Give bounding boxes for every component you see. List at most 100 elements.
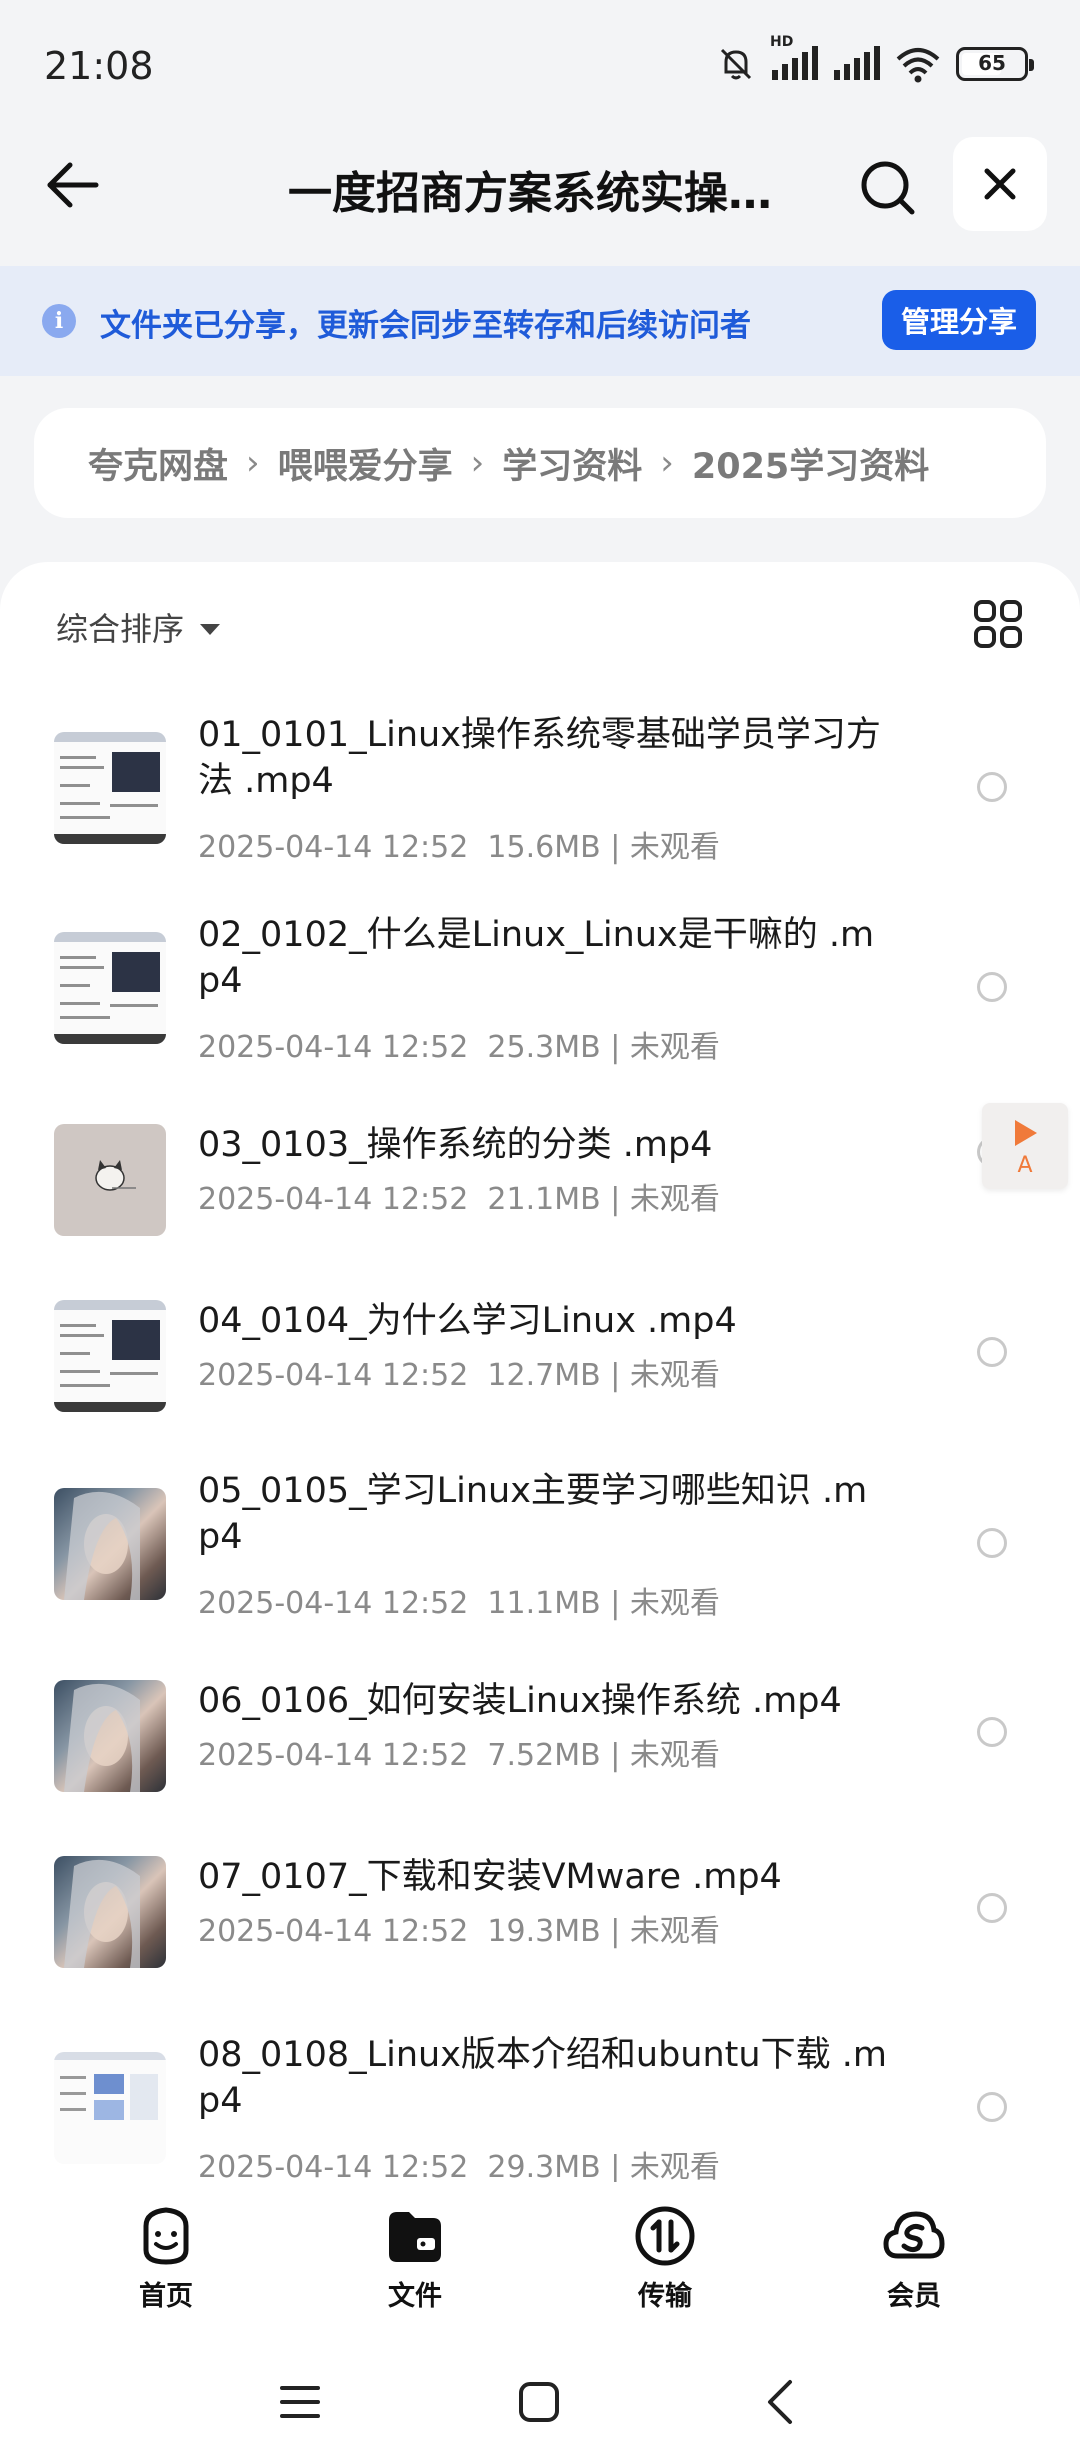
share-banner-text: 文件夹已分享，更新会同步至转存和后续访问者 bbox=[100, 308, 751, 344]
mute-bell-icon bbox=[720, 48, 752, 80]
select-radio[interactable] bbox=[977, 1717, 1007, 1747]
nav-label: 传输 bbox=[638, 2281, 692, 2312]
file-row[interactable]: 01_0101_Linux操作系统零基础学员学习方法 .mp4 2025-04-… bbox=[0, 712, 1080, 865]
select-radio[interactable] bbox=[977, 772, 1007, 802]
file-name: 08_0108_Linux版本介绍和ubuntu下载 .mp4 bbox=[198, 2035, 887, 2121]
file-date: 2025-04-14 12:52 bbox=[198, 830, 469, 865]
file-date: 2025-04-14 12:52 bbox=[198, 1030, 469, 1065]
sort-label: 综合排序 bbox=[56, 610, 185, 648]
select-radio[interactable] bbox=[977, 1528, 1007, 1558]
breadcrumb-item-materials[interactable]: 学习资料 bbox=[502, 438, 642, 489]
cat-thumbnail-icon bbox=[95, 1160, 136, 1191]
recent-apps-button[interactable] bbox=[270, 2372, 330, 2432]
breadcrumb-item-root[interactable]: 夸克网盘 bbox=[88, 438, 228, 489]
battery-icon: 65 bbox=[956, 47, 1034, 81]
grid-view-button[interactable] bbox=[972, 598, 1024, 650]
video-thumbnail bbox=[54, 1488, 166, 1600]
file-size: 25.3MB bbox=[487, 1030, 601, 1065]
back-button[interactable] bbox=[40, 153, 104, 217]
grid-view-icon bbox=[974, 600, 1022, 648]
file-name: 04_0104_为什么学习Linux .mp4 bbox=[198, 1301, 737, 1341]
watch-status: 未观看 bbox=[629, 1738, 720, 1773]
chevron-right-icon: › bbox=[470, 443, 485, 483]
status-time: 21:08 bbox=[44, 44, 154, 88]
file-date: 2025-04-14 12:52 bbox=[198, 2150, 469, 2182]
file-name: 02_0102_什么是Linux_Linux是干嘛的 .mp4 bbox=[198, 915, 875, 1001]
file-size: 15.6MB bbox=[487, 830, 601, 865]
file-meta: 2025-04-14 12:52 25.3MB | 未观看 bbox=[198, 1030, 720, 1065]
nav-label: 会员 bbox=[887, 2281, 941, 2312]
file-meta: 2025-04-14 12:52 7.52MB | 未观看 bbox=[198, 1738, 720, 1773]
file-list-panel: 综合排序 01_0101_Linux操作系统零基础学员学习方法 .mp4 202… bbox=[0, 562, 1080, 2182]
file-meta: 2025-04-14 12:52 15.6MB | 未观看 bbox=[198, 830, 720, 865]
wifi-icon bbox=[896, 48, 940, 83]
file-meta: 2025-04-14 12:52 21.1MB | 未观看 bbox=[198, 1182, 720, 1217]
header: 一度招商方案系统实操… bbox=[0, 135, 1080, 235]
file-row[interactable]: 04_0104_为什么学习Linux .mp4 2025-04-14 12:52… bbox=[0, 1298, 1080, 1418]
file-meta: 2025-04-14 12:52 12.7MB | 未观看 bbox=[198, 1358, 720, 1393]
file-size: 11.1MB bbox=[487, 1586, 601, 1621]
video-thumbnail bbox=[54, 932, 166, 1044]
file-row[interactable]: 03_0103_操作系统的分类 .mp4 2025-04-14 12:52 21… bbox=[0, 1122, 1080, 1242]
system-navigation-bar bbox=[0, 2342, 1080, 2460]
play-icon bbox=[1015, 1120, 1037, 1146]
page-title: 一度招商方案系统实操… bbox=[288, 168, 772, 219]
file-row[interactable]: 06_0106_如何安装Linux操作系统 .mp4 2025-04-14 12… bbox=[0, 1678, 1080, 1798]
select-radio[interactable] bbox=[977, 1337, 1007, 1367]
video-thumbnail bbox=[54, 1856, 166, 1968]
file-meta: 2025-04-14 12:52 11.1MB | 未观看 bbox=[198, 1586, 720, 1621]
watch-status: 未观看 bbox=[629, 2150, 720, 2182]
folder-icon bbox=[389, 2212, 441, 2262]
nav-vip[interactable]: 会员 bbox=[844, 2204, 984, 2324]
nav-home[interactable]: 首页 bbox=[96, 2204, 236, 2324]
watch-status: 未观看 bbox=[629, 1030, 720, 1065]
select-radio[interactable] bbox=[977, 972, 1007, 1002]
nav-files[interactable]: 文件 bbox=[345, 2204, 485, 2324]
close-icon bbox=[984, 168, 1016, 200]
status-icons: HD 65 bbox=[716, 34, 1034, 84]
sort-dropdown[interactable]: 综合排序 bbox=[56, 602, 221, 652]
signal-icon bbox=[772, 46, 818, 80]
close-button[interactable] bbox=[953, 137, 1047, 231]
battery-level: 65 bbox=[978, 51, 1006, 75]
status-bar: 21:08 HD 65 bbox=[0, 0, 1080, 130]
file-date: 2025-04-14 12:52 bbox=[198, 1182, 469, 1217]
file-name: 06_0106_如何安装Linux操作系统 .mp4 bbox=[198, 1681, 842, 1721]
file-row[interactable]: 07_0107_下载和安装VMware .mp4 2025-04-14 12:5… bbox=[0, 1854, 1080, 1974]
signal-hd: HD bbox=[770, 34, 818, 82]
video-thumbnail bbox=[54, 1300, 166, 1412]
floating-player-label: A bbox=[1017, 1153, 1033, 1178]
nav-label: 文件 bbox=[388, 2281, 442, 2312]
home-square-icon bbox=[519, 2382, 559, 2422]
watch-status: 未观看 bbox=[629, 1358, 720, 1393]
share-banner: i 文件夹已分享，更新会同步至转存和后续访问者 管理分享 bbox=[0, 266, 1080, 376]
select-radio[interactable] bbox=[977, 2092, 1007, 2122]
info-icon: i bbox=[42, 304, 76, 338]
video-thumbnail bbox=[54, 732, 166, 844]
watch-status: 未观看 bbox=[629, 1182, 720, 1217]
floating-player-button[interactable]: A bbox=[982, 1103, 1068, 1189]
manage-share-button[interactable]: 管理分享 bbox=[882, 290, 1036, 350]
nav-transfer[interactable]: 传输 bbox=[595, 2204, 735, 2324]
file-date: 2025-04-14 12:52 bbox=[198, 1586, 469, 1621]
back-chevron-icon bbox=[768, 2380, 792, 2424]
file-row[interactable]: 02_0102_什么是Linux_Linux是干嘛的 .mp4 2025-04-… bbox=[0, 912, 1080, 1065]
file-size: 19.3MB bbox=[487, 1914, 601, 1949]
breadcrumb-item-current[interactable]: 2025学习资料 bbox=[692, 438, 929, 489]
file-size: 21.1MB bbox=[487, 1182, 601, 1217]
system-back-button[interactable] bbox=[750, 2372, 810, 2432]
file-meta: 2025-04-14 12:52 29.3MB | 未观看 bbox=[198, 2142, 720, 2182]
file-name: 01_0101_Linux操作系统零基础学员学习方法 .mp4 bbox=[198, 715, 881, 801]
chevron-right-icon: › bbox=[246, 443, 260, 483]
file-row[interactable]: 05_0105_学习Linux主要学习哪些知识 .mp4 2025-04-14 … bbox=[0, 1468, 1080, 1621]
watch-status: 未观看 bbox=[629, 1586, 720, 1621]
vip-cloud-icon bbox=[883, 2211, 945, 2259]
file-date: 2025-04-14 12:52 bbox=[198, 1358, 469, 1393]
search-button[interactable] bbox=[853, 153, 923, 223]
file-date: 2025-04-14 12:52 bbox=[198, 1738, 469, 1773]
breadcrumb-item-share[interactable]: 喂喂爱分享 bbox=[278, 438, 453, 489]
file-row[interactable]: 08_0108_Linux版本介绍和ubuntu下载 .mp4 2025-04-… bbox=[0, 2032, 1080, 2182]
home-button[interactable] bbox=[509, 2372, 569, 2432]
select-radio[interactable] bbox=[977, 1893, 1007, 1923]
smiley-home-icon bbox=[143, 2207, 189, 2265]
